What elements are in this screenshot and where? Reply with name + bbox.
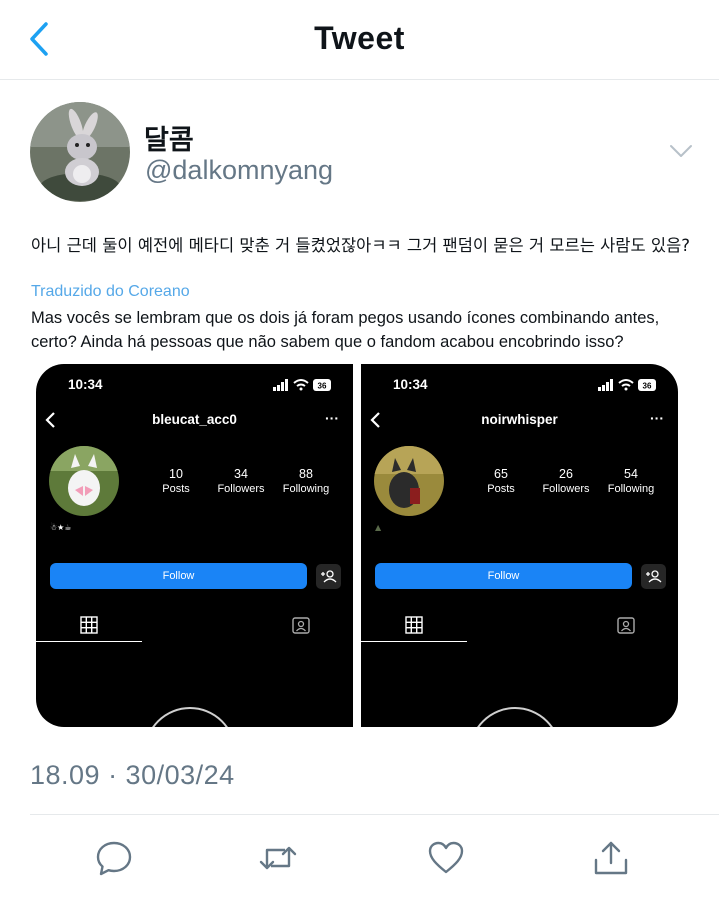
media-image[interactable]: 10:34 36 noirwhisper ··· 65 Posts 26 Follo… (361, 364, 678, 727)
tagged-person-icon (292, 617, 310, 634)
author-handle[interactable]: @dalkomnyang (145, 155, 333, 186)
more-options-icon[interactable]: ··· (650, 410, 664, 426)
more-options-icon[interactable]: ··· (325, 410, 339, 426)
profile-bio: ☃★☕ (50, 523, 72, 532)
status-time: 10:34 (393, 377, 428, 392)
tab-tagged[interactable] (248, 608, 353, 642)
cat-avatar-image (374, 446, 444, 516)
story-circle (144, 707, 236, 727)
profile-stat-following[interactable]: 88 Following (271, 467, 341, 495)
story-circle (469, 707, 561, 727)
author-avatar[interactable] (30, 102, 130, 202)
divider (30, 814, 719, 815)
page-title: Tweet (314, 20, 405, 56)
profile-stat-posts[interactable]: 10 Posts (141, 467, 211, 495)
tab-grid[interactable] (361, 608, 467, 642)
tweet-text: 아니 근데 둘이 예전에 메타디 맞춘 거 들켰었잖아ㅋㅋ 그거 팬덤이 묻은 … (31, 236, 691, 255)
translated-from-link[interactable]: Traduzido do Coreano (31, 283, 190, 301)
profile-username: bleucat_acc0 (152, 412, 237, 427)
add-person-icon[interactable] (316, 564, 341, 589)
tagged-person-icon (617, 617, 635, 634)
follow-button[interactable]: Follow (375, 563, 632, 589)
author-display-name[interactable]: 달콤 (144, 118, 194, 157)
retweet-icon[interactable] (258, 838, 298, 878)
profile-avatar (374, 446, 444, 516)
rabbit-avatar-image (30, 102, 130, 202)
status-bar-icons: 36 (273, 379, 331, 391)
profile-avatar (49, 446, 119, 516)
battery-level: 36 (643, 382, 652, 391)
profile-stat-posts[interactable]: 65 Posts (466, 467, 536, 495)
add-person-icon[interactable] (641, 564, 666, 589)
tweet-timestamp: 18.09 · 30/03/24 (30, 760, 235, 790)
media-image[interactable]: 10:34 36 bleucat_acc0 ··· 10 Posts 34 Foll… (36, 364, 353, 727)
chevron-down-icon[interactable] (669, 143, 693, 159)
tab-grid[interactable] (36, 608, 142, 642)
reply-icon[interactable] (94, 838, 134, 878)
grid-icon (80, 616, 98, 634)
profile-username: noirwhisper (481, 412, 558, 427)
profile-stat-following[interactable]: 54 Following (596, 467, 666, 495)
tweet-header: Tweet (0, 0, 719, 80)
profile-stat-followers[interactable]: 26 Followers (531, 467, 601, 495)
battery-level: 36 (318, 382, 327, 391)
profile-bio: ▲ (375, 523, 382, 532)
cat-avatar-image (49, 446, 119, 516)
like-icon[interactable] (426, 838, 466, 878)
translated-text: Mas vocês se lembram que os dois já fora… (31, 309, 660, 351)
follow-button[interactable]: Follow (50, 563, 307, 589)
status-bar-icons: 36 (598, 379, 656, 391)
tweet-media: 10:34 36 bleucat_acc0 ··· 10 Posts 34 Foll… (36, 364, 678, 727)
share-icon[interactable] (591, 838, 631, 878)
grid-icon (405, 616, 423, 634)
status-time: 10:34 (68, 377, 103, 392)
profile-stat-followers[interactable]: 34 Followers (206, 467, 276, 495)
tab-tagged[interactable] (573, 608, 678, 642)
